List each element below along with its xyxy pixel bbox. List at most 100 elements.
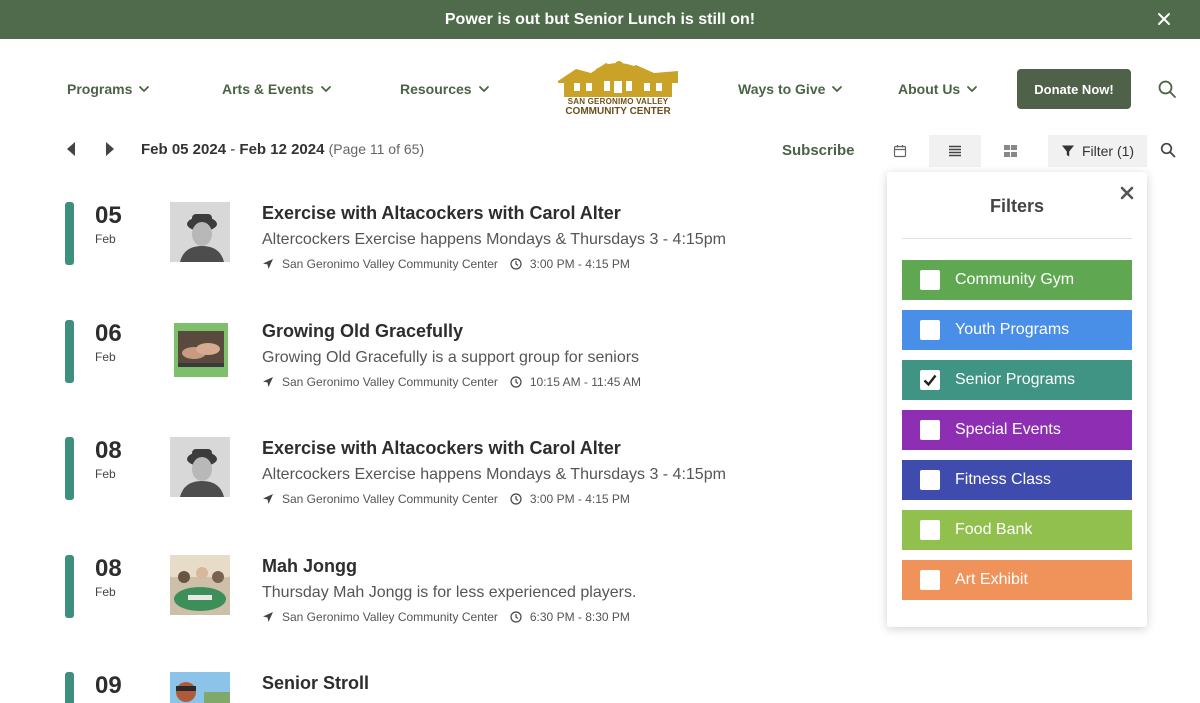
event-meta: San Geronimo Valley Community Center 3:0… bbox=[262, 492, 630, 506]
close-icon[interactable] bbox=[1154, 9, 1174, 29]
filter-option-community-gym[interactable]: Community Gym bbox=[902, 260, 1132, 300]
previous-arrow-icon[interactable] bbox=[64, 140, 78, 158]
filter-label: Filter (1) bbox=[1081, 143, 1135, 159]
filter-option-food-bank[interactable]: Food Bank bbox=[902, 510, 1132, 550]
announcement-bar: Power is out but Senior Lunch is still o… bbox=[0, 0, 1200, 39]
date-range: Feb 05 2024 - Feb 12 2024 (Page 11 of 65… bbox=[141, 141, 424, 158]
category-bar bbox=[65, 672, 74, 703]
filter-option-senior-programs[interactable]: Senior Programs bbox=[902, 360, 1132, 400]
category-bar bbox=[65, 320, 74, 383]
location-arrow-icon bbox=[263, 494, 273, 504]
checkbox[interactable] bbox=[920, 520, 940, 540]
community-center-logo-icon bbox=[558, 61, 678, 97]
checkbox[interactable] bbox=[920, 320, 940, 340]
nav-label: Programs bbox=[67, 81, 133, 97]
nav-label: About Us bbox=[898, 81, 961, 97]
filter-option-youth-programs[interactable]: Youth Programs bbox=[902, 310, 1132, 350]
event-description: Altercockers Exercise happens Mondays & … bbox=[262, 231, 726, 248]
event-day: 08 bbox=[95, 437, 122, 464]
calendar-toolbar: Feb 05 2024 - Feb 12 2024 (Page 11 of 65… bbox=[0, 130, 1200, 170]
nav-item-resources[interactable]: Resources bbox=[400, 81, 490, 97]
event-thumbnail[interactable] bbox=[170, 672, 230, 703]
event-time: 10:15 AM - 11:45 AM bbox=[529, 375, 642, 389]
checkbox[interactable] bbox=[920, 270, 940, 290]
event-month: Feb bbox=[95, 585, 116, 599]
checkbox[interactable] bbox=[920, 570, 940, 590]
event-thumbnail[interactable] bbox=[170, 555, 230, 615]
event-time: 3:00 PM - 4:15 PM bbox=[529, 257, 630, 271]
event-title[interactable]: Senior Stroll bbox=[262, 673, 369, 694]
event-time: 6:30 PM - 8:30 PM bbox=[529, 610, 630, 624]
nav-item-programs[interactable]: Programs bbox=[67, 81, 150, 97]
event-meta: San Geronimo Valley Community Center 10:… bbox=[262, 375, 641, 389]
subscribe-button[interactable]: Subscribe bbox=[782, 142, 855, 159]
chevron-down-icon bbox=[478, 86, 489, 93]
hands-photo-icon bbox=[174, 323, 228, 377]
event-title[interactable]: Mah Jongg bbox=[262, 556, 357, 577]
grid-view-button[interactable] bbox=[984, 135, 1036, 167]
month-view-button[interactable] bbox=[874, 135, 926, 167]
filter-option-label: Youth Programs bbox=[955, 321, 1070, 338]
outdoor-photo-icon bbox=[170, 672, 230, 703]
checkbox[interactable] bbox=[920, 470, 940, 490]
nav-item-ways-to-give[interactable]: Ways to Give bbox=[738, 81, 843, 97]
event-item[interactable]: 05 Feb Exercise with Altacockers with Ca… bbox=[0, 185, 860, 285]
filter-option-label: Senior Programs bbox=[955, 371, 1076, 388]
clock-icon bbox=[510, 493, 522, 505]
filter-option-fitness-class[interactable]: Fitness Class bbox=[902, 460, 1132, 500]
announcement-text: Power is out but Senior Lunch is still o… bbox=[444, 10, 756, 28]
list-view-button[interactable] bbox=[929, 135, 981, 167]
event-item[interactable]: 08 Feb Mah Jongg Thursday Mah Jongg is f… bbox=[0, 538, 860, 638]
next-arrow-icon[interactable] bbox=[103, 140, 117, 158]
checkmark-icon bbox=[923, 374, 937, 387]
filter-option-label: Special Events bbox=[955, 421, 1061, 438]
category-bar bbox=[65, 555, 74, 618]
site-logo[interactable]: SAN GERONIMO VALLEY COMMUNITY CENTER bbox=[556, 59, 680, 121]
event-day: 06 bbox=[95, 320, 122, 347]
donate-button[interactable]: Donate Now! bbox=[1017, 69, 1131, 109]
filter-icon bbox=[1061, 145, 1074, 157]
event-title[interactable]: Growing Old Gracefully bbox=[262, 321, 463, 342]
filter-button[interactable]: Filter (1) bbox=[1048, 135, 1147, 167]
clock-icon bbox=[510, 376, 522, 388]
filter-option-special-events[interactable]: Special Events bbox=[902, 410, 1132, 450]
event-thumbnail[interactable] bbox=[170, 437, 230, 497]
filter-option-art-exhibit[interactable]: Art Exhibit bbox=[902, 560, 1132, 600]
nav-item-arts-events[interactable]: Arts & Events bbox=[222, 81, 332, 97]
event-thumbnail[interactable] bbox=[174, 323, 228, 377]
portrait-photo-icon bbox=[170, 437, 230, 497]
event-month: Feb bbox=[95, 350, 116, 364]
calendar-icon bbox=[893, 145, 907, 158]
chevron-down-icon bbox=[139, 86, 150, 93]
event-item[interactable]: 08 Feb Exercise with Altacockers with Ca… bbox=[0, 420, 860, 520]
checkbox[interactable] bbox=[920, 420, 940, 440]
checkbox[interactable] bbox=[920, 370, 940, 390]
event-item[interactable]: 06 Feb Growing Old Gracefully Growing Ol… bbox=[0, 303, 860, 403]
location-arrow-icon bbox=[263, 612, 273, 622]
event-meta: San Geronimo Valley Community Center 6:3… bbox=[262, 610, 630, 624]
event-title[interactable]: Exercise with Altacockers with Carol Alt… bbox=[262, 203, 621, 224]
close-icon[interactable] bbox=[1119, 185, 1135, 201]
page-info: (Page 11 of 65) bbox=[328, 141, 425, 157]
event-description: Altercockers Exercise happens Mondays & … bbox=[262, 466, 726, 483]
main-nav: Programs Arts & Events Resources SAN GER… bbox=[0, 39, 1200, 139]
filter-option-label: Food Bank bbox=[955, 521, 1033, 538]
event-location: San Geronimo Valley Community Center bbox=[282, 492, 498, 506]
location-arrow-icon bbox=[263, 377, 273, 387]
event-location: San Geronimo Valley Community Center bbox=[282, 257, 498, 271]
category-bar bbox=[65, 202, 74, 265]
event-thumbnail[interactable] bbox=[170, 202, 230, 262]
filters-title: Filters bbox=[989, 196, 1045, 216]
range-end: Feb 12 2024 bbox=[239, 141, 325, 158]
search-icon[interactable] bbox=[1157, 79, 1177, 99]
nav-label: Resources bbox=[400, 81, 472, 97]
category-bar bbox=[65, 437, 74, 500]
chevron-down-icon bbox=[832, 86, 843, 93]
nav-item-about-us[interactable]: About Us bbox=[898, 81, 978, 97]
event-description: Growing Old Gracefully is a support grou… bbox=[262, 349, 640, 366]
event-title[interactable]: Exercise with Altacockers with Carol Alt… bbox=[262, 438, 621, 459]
event-item[interactable]: 09 Senior Stroll bbox=[0, 655, 860, 703]
search-icon[interactable] bbox=[1160, 142, 1176, 158]
nav-label: Ways to Give bbox=[738, 81, 826, 97]
event-location: San Geronimo Valley Community Center bbox=[282, 375, 498, 389]
